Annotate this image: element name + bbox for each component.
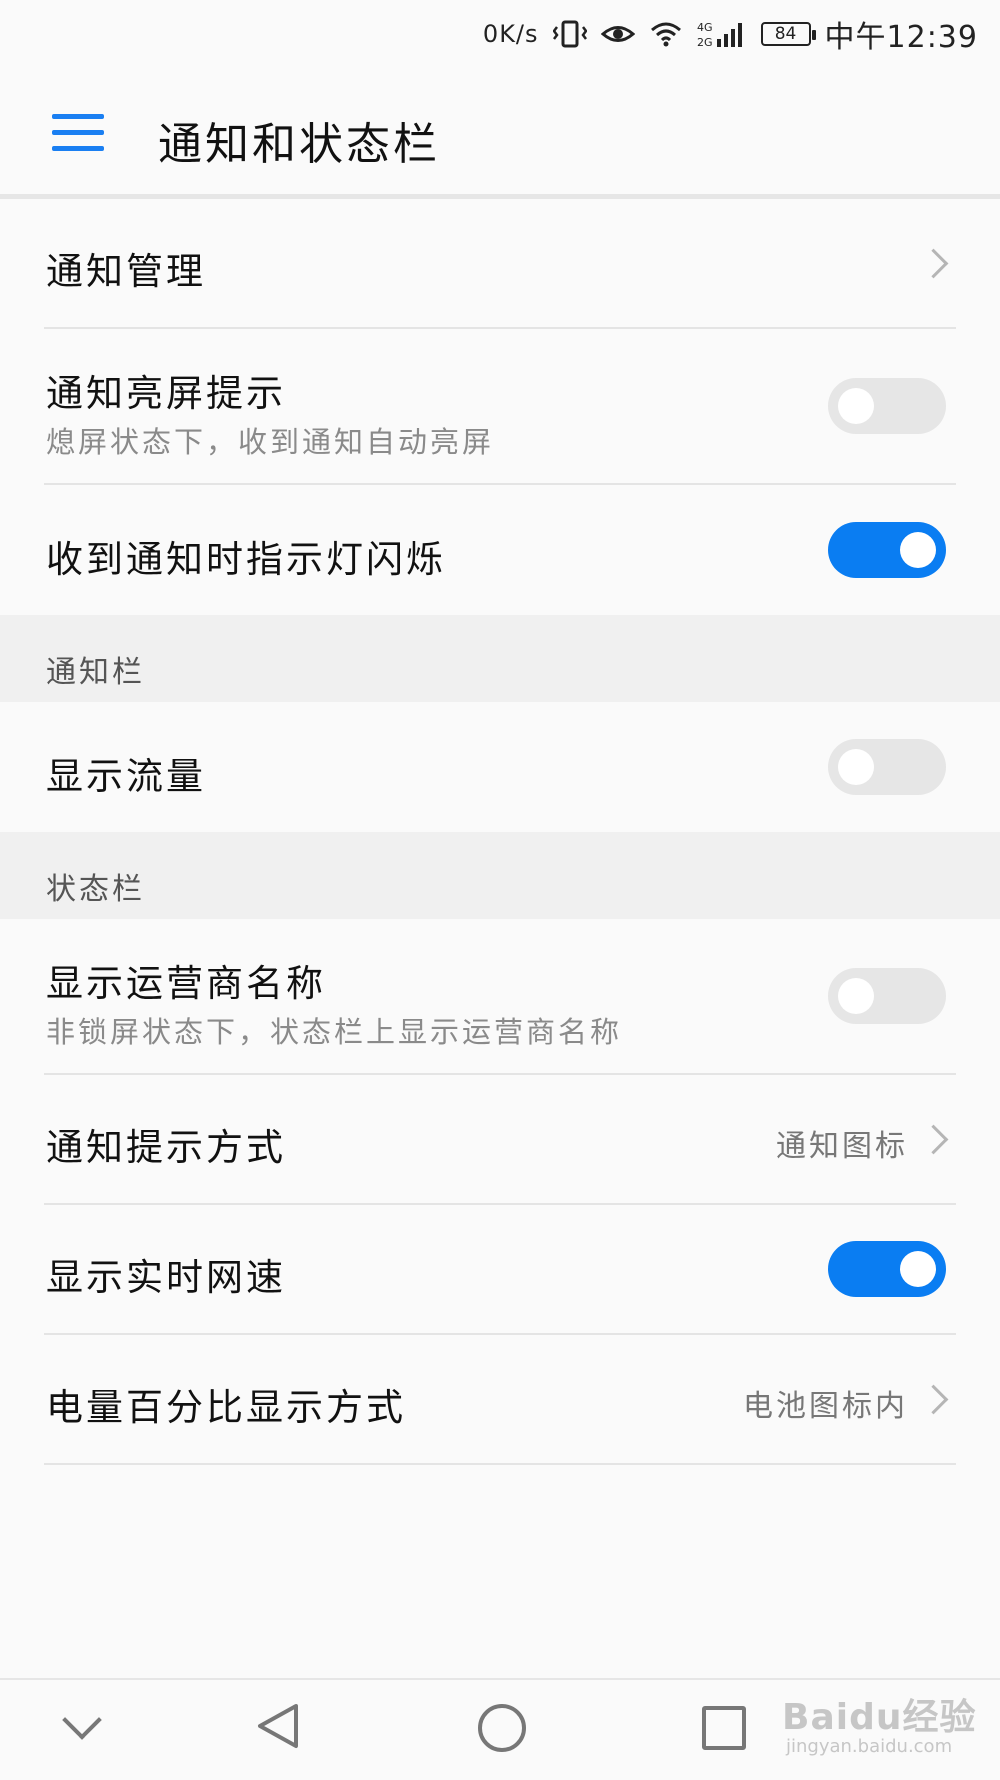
chevron-right-icon <box>918 1124 949 1155</box>
chevron-right-icon <box>918 248 949 279</box>
eye-comfort-icon <box>600 21 635 47</box>
back-icon[interactable] <box>256 1702 300 1754</box>
setting-carrier-name: 显示运营商名称 非锁屏状态下，状态栏上显示运营商名称 <box>0 919 1000 1073</box>
battery-level: 84 <box>774 24 797 44</box>
app-bar: 通知和状态栏 <box>0 68 1000 194</box>
realtime-speed-toggle[interactable] <box>828 1241 946 1297</box>
setting-label: 通知提示方式 <box>46 1126 286 1169</box>
setting-description: 非锁屏状态下，状态栏上显示运营商名称 <box>46 1015 623 1049</box>
setting-description: 熄屏状态下，收到通知自动亮屏 <box>46 425 495 459</box>
battery-icon: 84 <box>760 22 816 46</box>
setting-wake-screen: 通知亮屏提示 熄屏状态下，收到通知自动亮屏 <box>0 329 1000 483</box>
home-icon[interactable] <box>478 1704 526 1752</box>
carrier-name-toggle[interactable] <box>828 968 946 1024</box>
svg-text:2G: 2G <box>697 36 713 49</box>
show-traffic-toggle[interactable] <box>828 739 946 795</box>
setting-label: 显示流量 <box>46 755 206 798</box>
setting-battery-percent[interactable]: 电量百分比显示方式 电池图标内 <box>0 1335 1000 1463</box>
net-speed: 0K/s <box>482 20 539 48</box>
wifi-icon <box>649 20 683 48</box>
setting-value: 通知图标 <box>776 1129 908 1164</box>
setting-label: 显示实时网速 <box>46 1256 286 1299</box>
setting-label: 显示运营商名称 <box>46 962 326 1005</box>
section-header-status-bar: 状态栏 <box>0 832 1000 919</box>
setting-show-traffic: 显示流量 <box>0 702 1000 832</box>
recent-apps-icon[interactable] <box>702 1706 746 1750</box>
setting-led-blink: 收到通知时指示灯闪烁 <box>0 485 1000 615</box>
chevron-right-icon <box>918 1384 949 1415</box>
setting-realtime-speed: 显示实时网速 <box>0 1205 1000 1333</box>
setting-notify-style[interactable]: 通知提示方式 通知图标 <box>0 1075 1000 1203</box>
led-blink-toggle[interactable] <box>828 522 946 578</box>
section-title: 状态栏 <box>46 872 145 907</box>
setting-label: 通知管理 <box>46 250 206 293</box>
divider <box>44 1463 956 1465</box>
section-title: 通知栏 <box>46 655 145 690</box>
setting-label: 电量百分比显示方式 <box>46 1386 406 1429</box>
vibrate-icon <box>552 19 587 49</box>
collapse-down-icon[interactable] <box>62 1700 102 1740</box>
wake-screen-toggle[interactable] <box>828 378 946 434</box>
svg-text:4G: 4G <box>697 21 713 34</box>
page-title: 通知和状态栏 <box>158 119 440 170</box>
watermark-url: jingyan.baidu.com <box>786 1736 953 1757</box>
setting-value: 电池图标内 <box>743 1389 908 1424</box>
watermark-logo: Baidu经验 <box>782 1697 977 1738</box>
baidu-watermark: Baidu经验 jingyan.baidu.com <box>780 1680 980 1770</box>
status-bar: 0K/s 4G 2G 84 中午12:39 <box>0 0 1000 68</box>
setting-notification-management[interactable]: 通知管理 <box>0 199 1000 327</box>
signal-icon: 4G 2G <box>697 19 747 49</box>
setting-label: 收到通知时指示灯闪烁 <box>46 538 446 581</box>
clock: 中午12:39 <box>824 20 978 55</box>
setting-label: 通知亮屏提示 <box>46 372 286 415</box>
section-header-notification-bar: 通知栏 <box>0 615 1000 702</box>
menu-icon[interactable] <box>52 114 104 152</box>
